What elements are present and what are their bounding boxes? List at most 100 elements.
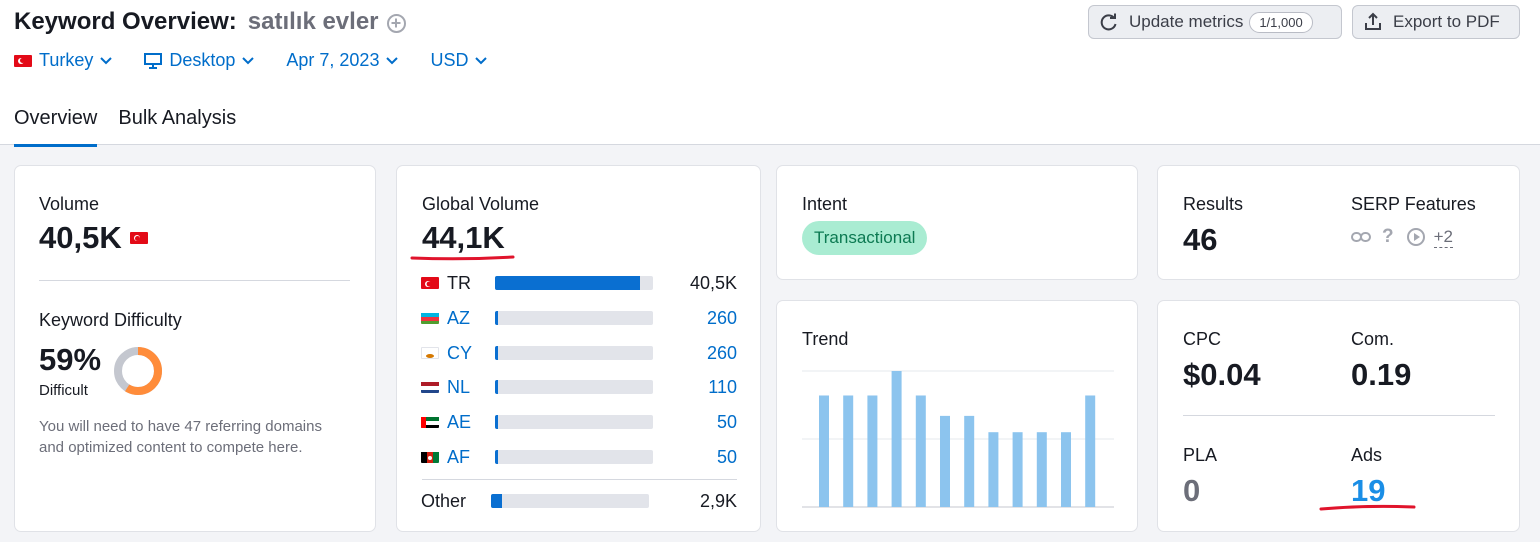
country-volume-bar — [495, 380, 653, 394]
difficulty-note-line: You will need to have 47 referring domai… — [39, 418, 322, 435]
serp-features-label: SERP Features — [1351, 194, 1476, 214]
pla-label: PLA — [1183, 445, 1218, 465]
country-row[interactable]: AE 50 — [421, 411, 737, 433]
turkey-flag-icon — [14, 54, 32, 67]
competition-value: 0.19 — [1351, 357, 1412, 392]
trend-card: Trend — [776, 300, 1138, 532]
keyword-difficulty-value: 59% — [39, 342, 102, 377]
cpc-card: CPC $0.04 Com. 0.19 PLA 0 Ads 19 — [1157, 300, 1520, 532]
country-volume-bar — [495, 276, 653, 290]
uae-flag-icon — [421, 416, 439, 428]
country-volume-bar — [495, 450, 653, 464]
tab-overview[interactable]: Overview — [14, 107, 98, 147]
export-pdf-button[interactable]: Export to PDF — [1352, 5, 1520, 39]
trend-label: Trend — [802, 329, 849, 349]
cpc-label: CPC — [1183, 329, 1222, 349]
trend-bar[interactable] — [1061, 432, 1071, 507]
chevron-down-icon — [386, 56, 399, 64]
afghanistan-flag-icon — [421, 451, 439, 463]
divider — [1183, 415, 1495, 416]
difficulty-note: You will need to have 47 referring domai… — [39, 416, 322, 458]
country-code: TR — [447, 272, 471, 293]
trend-bar[interactable] — [915, 395, 926, 507]
trend-bar[interactable] — [843, 395, 854, 507]
country-code: CY — [447, 342, 473, 363]
country-code: AE — [447, 411, 472, 432]
country-row[interactable]: CY 260 — [421, 342, 737, 364]
page-title: Keyword Overview: — [14, 8, 237, 35]
volume-card: Volume 40,5K Keyword Difficulty 59% Diff… — [14, 165, 376, 532]
update-metrics-button[interactable]: Update metrics 1/1,000 — [1088, 5, 1342, 39]
country-row[interactable]: AZ 260 — [421, 307, 737, 329]
country-code: NL — [447, 376, 471, 397]
trend-bar[interactable] — [891, 371, 902, 507]
global-volume-value: 44,1K — [422, 220, 505, 255]
serp-features-more[interactable]: +2 — [1433, 227, 1453, 248]
currency-value: USD — [430, 50, 469, 70]
difficulty-donut — [114, 347, 162, 395]
currency-dropdown[interactable]: USD — [430, 50, 488, 71]
serp-features-icons: ? +2 — [1351, 226, 1453, 248]
cyprus-flag-icon — [421, 347, 439, 359]
keyword-title: satılık evler — [247, 8, 379, 35]
volume-bar-fill — [495, 311, 499, 325]
azerbaijan-flag-icon — [421, 312, 439, 324]
country-value: Turkey — [39, 50, 94, 70]
turkey-flag-icon — [421, 277, 439, 289]
divider — [422, 479, 737, 480]
global-volume-label: Global Volume — [422, 194, 540, 214]
volume-bar-fill — [491, 494, 503, 508]
country-volume: 260 — [706, 307, 737, 328]
difficulty-level: Difficult — [39, 382, 88, 399]
country-volume-bar — [495, 311, 653, 325]
results-card: Results 46 SERP Features ? +2 — [1157, 165, 1520, 280]
refresh-icon — [1100, 13, 1117, 31]
trend-bar[interactable] — [1012, 432, 1023, 507]
other-volume-bar — [491, 494, 649, 508]
export-pdf-label: Export to PDF — [1393, 12, 1500, 31]
ads-label: Ads — [1351, 445, 1383, 465]
tab-bulk-analysis[interactable]: Bulk Analysis — [118, 107, 236, 147]
keyword-difficulty-label: Keyword Difficulty — [39, 310, 182, 330]
volume-value-row: 40,5K — [39, 220, 155, 256]
title-row: Keyword Overview: satılık evler — [14, 8, 406, 36]
add-to-list-icon[interactable] — [386, 13, 406, 33]
country-volume: 110 — [708, 376, 737, 397]
results-label: Results — [1183, 194, 1244, 214]
trend-bar[interactable] — [1036, 432, 1047, 507]
intent-label: Intent — [802, 194, 848, 214]
date-dropdown[interactable]: Apr 7, 2023 — [286, 50, 399, 71]
trend-bar[interactable] — [867, 395, 878, 507]
metrics-counter-badge: 1/1,000 — [1249, 11, 1313, 33]
country-code: AF — [447, 446, 471, 467]
trend-bar[interactable] — [988, 432, 999, 507]
country-volume: 40,5K — [689, 272, 737, 293]
date-value: Apr 7, 2023 — [286, 50, 380, 70]
chevron-down-icon — [242, 56, 255, 64]
trend-bar[interactable] — [819, 395, 829, 507]
country-dropdown[interactable]: Turkey — [14, 50, 113, 71]
chevron-down-icon — [100, 56, 113, 64]
question-icon[interactable]: ? — [1382, 226, 1394, 248]
export-icon — [1365, 12, 1381, 30]
intent-badge[interactable]: Transactional — [802, 221, 928, 255]
link-icon[interactable] — [1351, 230, 1371, 244]
country-volume: 50 — [716, 411, 737, 432]
country-volume: 260 — [706, 342, 737, 363]
trend-bar[interactable] — [964, 415, 975, 507]
pla-value: 0 — [1183, 473, 1201, 508]
trend-bar[interactable] — [1085, 395, 1096, 507]
volume-label: Volume — [39, 194, 100, 214]
netherlands-flag-icon — [421, 381, 439, 393]
country-row[interactable]: TR 40,5K — [421, 272, 737, 294]
trend-bar[interactable] — [940, 415, 950, 507]
difficulty-note-line: and optimized content to compete here. — [39, 439, 303, 456]
update-metrics-label: Update metrics — [1129, 12, 1244, 31]
country-row[interactable]: AF 50 — [421, 446, 737, 468]
country-row-other: Other 2,9K — [421, 490, 737, 512]
country-row[interactable]: NL 110 — [421, 376, 737, 398]
device-dropdown[interactable]: Desktop — [144, 50, 255, 71]
video-icon[interactable] — [1406, 227, 1426, 247]
volume-bar-fill — [495, 415, 499, 429]
volume-bar-fill — [495, 276, 641, 290]
